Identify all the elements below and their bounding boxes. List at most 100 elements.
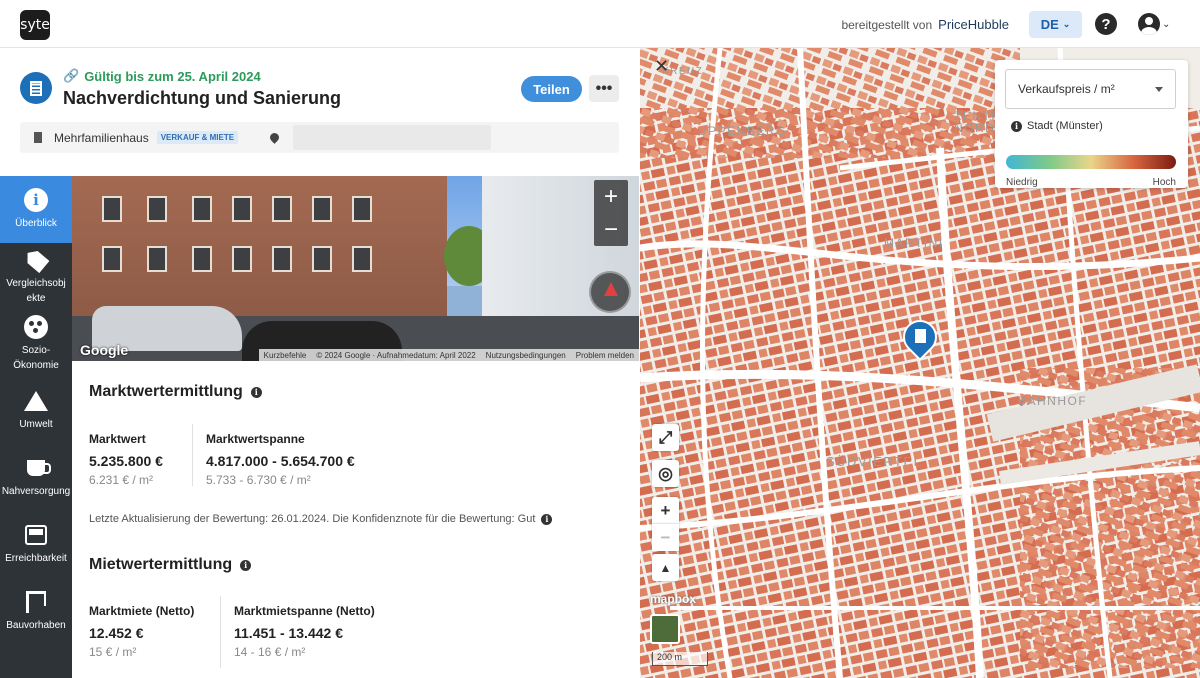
zoom-out-button[interactable]: −: [652, 524, 679, 551]
sidebar-item-erreichbarkeit[interactable]: Erreichbarkeit: [0, 511, 72, 578]
sidebar-item-vergleichsobjekte[interactable]: Vergleichsobjekte: [0, 243, 72, 310]
pricehubble-logo[interactable]: PriceHubble: [938, 17, 1009, 32]
rent-title: Mietwertermittlung: [89, 556, 233, 573]
rent-range-per-m2: 14 - 16 € / m²: [234, 645, 306, 659]
sidebar-item-sozio-oekonomie[interactable]: Sozio-Ökonomie: [0, 310, 72, 377]
powered-by-text: bereitgestellt von: [841, 17, 933, 32]
link-icon: 🔗: [63, 68, 80, 83]
rent-range: 11.451 - 13.442 €: [234, 625, 343, 641]
zoom-in-button[interactable]: +: [652, 497, 679, 524]
rent-per-m2: 15 € / m²: [89, 645, 137, 659]
property-info-bar: Mehrfamilienhaus VERKAUF & MIETE: [20, 122, 619, 153]
satellite-toggle[interactable]: [650, 614, 680, 644]
compass-north-icon[interactable]: ▲: [652, 554, 679, 581]
sidebar-item-bauvorhaben[interactable]: Bauvorhaben: [0, 578, 72, 645]
location-pin-icon: [268, 131, 281, 144]
overview-content: Marktwertermittlung i Marktwert 5.235.80…: [72, 361, 639, 678]
sidebar-item-label: Nahversorgung: [1, 486, 71, 497]
page-title: Nachverdichtung und Sanierung: [63, 88, 342, 108]
divider: [192, 424, 193, 486]
mapbox-logo[interactable]: mapbox: [650, 592, 696, 606]
building-icon: [20, 72, 52, 104]
legend-scope-text: Stadt (Münster): [1027, 120, 1103, 132]
valuation-note-text: Letzte Aktualisierung der Bewertung: 26.…: [89, 513, 536, 525]
valuation-note: Letzte Aktualisierung der Bewertung: 26.…: [89, 513, 553, 525]
sidebar-item-label: Vergleichsobjekte: [6, 277, 66, 304]
map-label: UPPENBERG: [698, 124, 787, 138]
info-icon: i: [24, 188, 48, 212]
language-select[interactable]: DE ⌄: [1029, 11, 1082, 38]
market-range-per-m2: 5.733 - 6.730 € / m²: [206, 473, 311, 487]
sidebar-item-label: Bauvorhaben: [6, 620, 66, 631]
zoom-in-button[interactable]: +: [604, 183, 618, 211]
more-button[interactable]: •••: [589, 75, 619, 102]
legend-low: Niedrig: [1006, 177, 1038, 188]
map-scale: 200 m: [652, 652, 708, 666]
google-watermark: Google: [80, 342, 129, 358]
market-value: 5.235.800 €: [89, 453, 163, 469]
language-label: DE: [1040, 17, 1059, 32]
map-legend: Verkaufspreis / m² i Stadt (Münster) Nie…: [995, 60, 1188, 188]
street-view[interactable]: + − Google Kurzbefehle © 2024 Google · A…: [72, 176, 639, 361]
sidebar-item-label: Überblick: [15, 218, 57, 229]
divider: [220, 596, 221, 668]
valid-until: Gültig bis zum 25. April 2024: [84, 68, 261, 84]
legend-high: Hoch: [1152, 177, 1176, 188]
info-icon[interactable]: i: [541, 513, 553, 525]
address-redacted: [293, 125, 492, 150]
mountain-icon: [24, 391, 48, 411]
info-icon[interactable]: i: [240, 559, 252, 571]
map[interactable]: UPPENBERG ZENTRUM NORD MARTINI BAHNHOF S…: [640, 48, 1200, 678]
valuation-title: Marktwertermittlung: [89, 383, 243, 400]
rent-range-label: Marktmietspanne (Netto): [234, 604, 375, 618]
locate-icon[interactable]: ◎: [652, 460, 679, 487]
sidebar-item-label: Sozio-Ökonomie: [13, 344, 59, 371]
fullscreen-icon[interactable]: ⤢: [652, 424, 679, 451]
rent-value: 12.452 €: [89, 625, 144, 641]
building-facade: [72, 176, 447, 326]
rent-section-title: Mietwertermittlung i: [89, 556, 252, 574]
building-icon: [915, 329, 926, 343]
close-map-icon[interactable]: ✕: [654, 56, 669, 77]
sidebar-item-label: Erreichbarkeit: [5, 553, 67, 564]
sidebar-item-nahversorgung[interactable]: Nahversorgung: [0, 444, 72, 511]
sidebar-item-umwelt[interactable]: Umwelt: [0, 377, 72, 444]
avatar-icon: [1138, 13, 1160, 35]
market-value-label: Marktwert: [89, 432, 146, 446]
compass-icon[interactable]: [589, 271, 631, 313]
credit-text: © 2024 Google · Aufnahmedatum: April 202…: [316, 350, 476, 360]
help-icon[interactable]: ?: [1095, 13, 1117, 35]
credit-link[interactable]: Kurzbefehle: [264, 351, 307, 360]
powered-by: bereitgestellt von PriceHubble: [841, 17, 1009, 32]
streetview-zoom: + −: [594, 180, 628, 246]
valuation-section-title: Marktwertermittlung i: [89, 383, 262, 401]
property-type: Mehrfamilienhaus: [54, 130, 149, 145]
share-button[interactable]: Teilen: [521, 76, 582, 102]
metric-select-value: Verkaufspreis / m²: [1018, 82, 1115, 96]
credit-link[interactable]: Problem melden: [576, 351, 634, 360]
caret-down-icon: [1155, 87, 1163, 92]
transport-icon: [25, 525, 47, 545]
chevron-down-icon: ⌄: [1162, 18, 1171, 30]
sidebar-item-label: Umwelt: [19, 419, 53, 430]
zoom-out-button[interactable]: −: [604, 216, 618, 244]
top-bar: syte bereitgestellt von PriceHubble DE ⌄…: [0, 0, 1200, 48]
color-scale: [1006, 155, 1176, 169]
map-label: BAHNHOF: [1018, 394, 1088, 408]
sidebar-item-ueberblick[interactable]: i Überblick: [0, 176, 72, 243]
metric-select[interactable]: Verkaufspreis / m²: [1005, 69, 1176, 109]
streetview-credits: Kurzbefehle © 2024 Google · Aufnahmedatu…: [258, 349, 639, 361]
market-value-per-m2: 6.231 € / m²: [89, 473, 154, 487]
validity: 🔗 Gültig bis zum 25. April 2024: [63, 68, 261, 84]
info-icon[interactable]: i: [250, 386, 262, 398]
syte-logo[interactable]: syte: [20, 10, 50, 40]
crane-icon: [26, 591, 46, 613]
property-badge: VERKAUF & MIETE: [156, 131, 239, 144]
credit-link[interactable]: Nutzungsbedingungen: [486, 351, 566, 360]
tag-icon: [22, 246, 49, 272]
building-small-icon: [34, 132, 42, 143]
legend-scope: i Stadt (Münster): [1011, 120, 1103, 132]
info-icon[interactable]: i: [1011, 120, 1022, 132]
chevron-down-icon: ⌄: [1062, 19, 1071, 29]
account-menu[interactable]: ⌄: [1138, 13, 1170, 35]
